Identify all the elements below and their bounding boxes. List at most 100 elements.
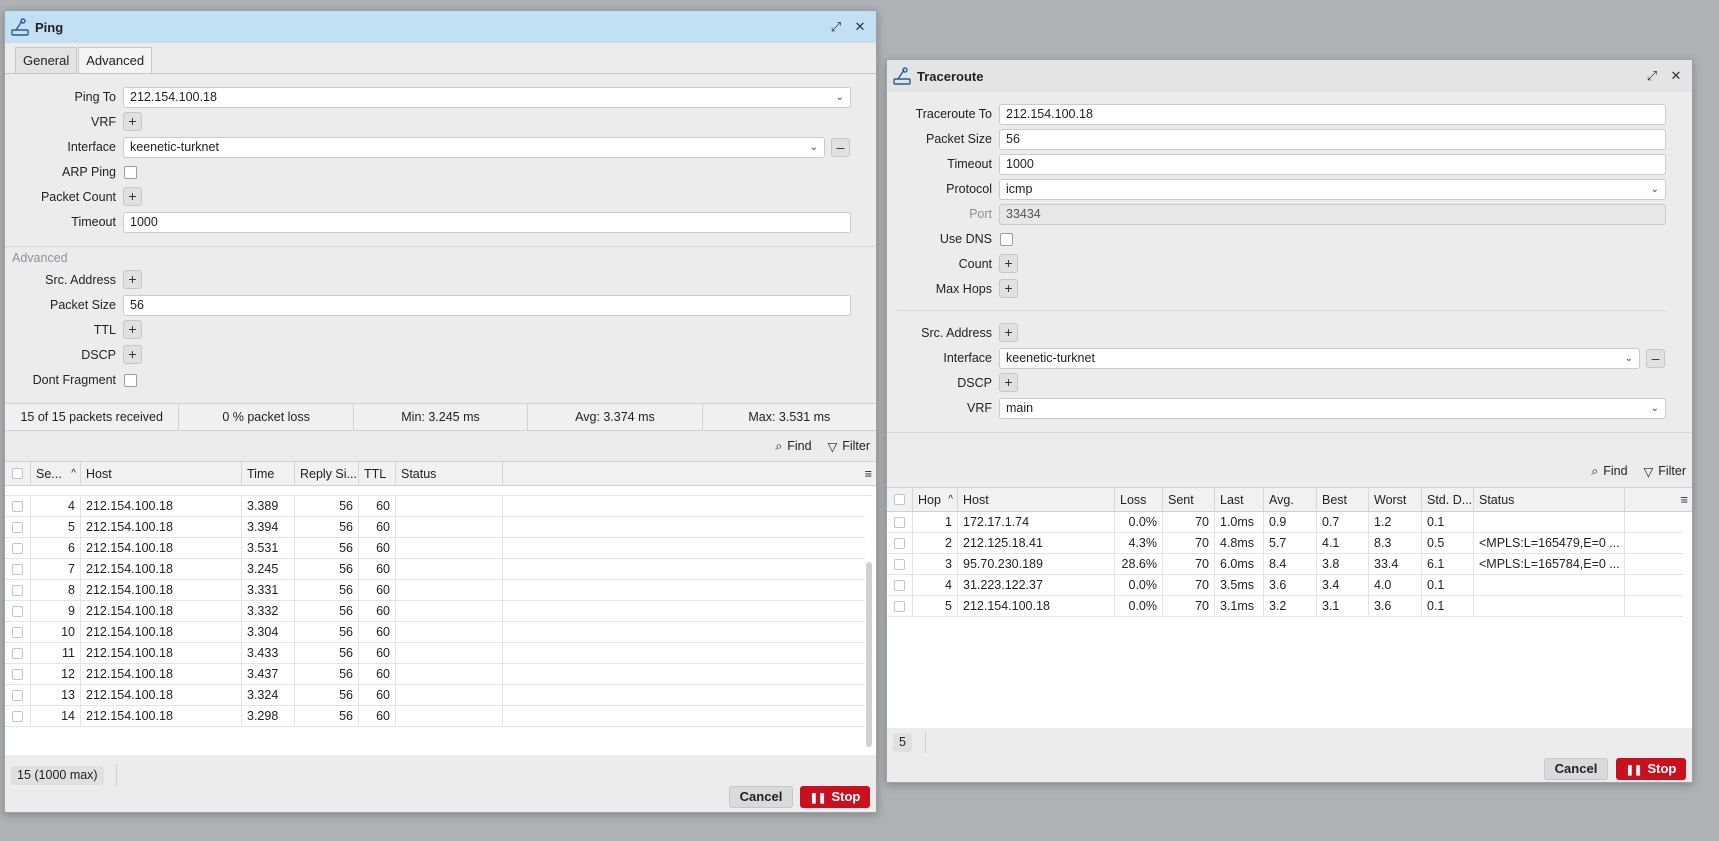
cell-seq: 8 [31,580,81,600]
interface-remove-button[interactable]: – [831,138,850,157]
expand-icon[interactable]: ⤢ [1644,68,1660,84]
packet-count-add-button[interactable]: + [123,187,142,206]
filter-button[interactable]: ▽ Filter [1644,464,1686,479]
col-status[interactable]: Status [396,462,503,485]
col-best[interactable]: Best [1317,488,1369,511]
table-row[interactable]: 5 212.154.100.18 0.0% 70 3.1ms 3.2 3.1 3.6 0.1 [887,596,1683,617]
table-row[interactable]: 10 212.154.100.18 3.304 56 60 [5,622,865,643]
row-checkbox[interactable] [894,516,905,528]
interface-select[interactable]: keenetic-turknet ⌄ [999,348,1640,369]
ping-to-select[interactable]: 212.154.100.18 ⌄ [123,87,851,108]
table-row[interactable]: 12 212.154.100.18 3.437 56 60 [5,664,865,685]
row-checkbox[interactable] [894,579,905,591]
dont-fragment-checkbox[interactable] [124,374,137,387]
find-button[interactable]: ⌕ Find [775,439,811,454]
row-checkbox[interactable] [12,500,23,512]
close-icon[interactable]: ✕ [1668,68,1684,84]
ping-results-grid: Se... ^ Host Time Reply Si... TTL Status … [5,461,876,755]
traceroute-titlebar[interactable]: Traceroute ⤢ ✕ [887,60,1692,92]
col-hop[interactable]: Hop ^ [913,488,958,511]
dscp-add-button[interactable]: + [123,345,142,364]
col-status[interactable]: Status [1474,488,1625,511]
tab-advanced[interactable]: Advanced [78,47,153,73]
cell-ttl: 60 [359,685,396,705]
vrf-label: VRF [967,401,992,415]
table-row[interactable]: 3 95.70.230.189 28.6% 70 6.0ms 8.4 3.8 33.4 6.1 <… [887,554,1683,575]
col-host[interactable]: Host [958,488,1115,511]
cell-size: 56 [295,706,359,726]
dscp-add-button[interactable]: + [999,373,1018,392]
col-last[interactable]: Last [1215,488,1264,511]
select-all-checkbox[interactable] [12,468,23,479]
col-seq[interactable]: Se... ^ [31,462,81,485]
ttl-add-button[interactable]: + [123,320,142,339]
row-checkbox[interactable] [894,537,905,549]
col-loss[interactable]: Loss [1115,488,1163,511]
cell-avg: 0.9 [1264,512,1317,532]
table-row[interactable]: 4 31.223.122.37 0.0% 70 3.5ms 3.6 3.4 4.0 0.1 [887,575,1683,596]
row-checkbox[interactable] [12,563,23,575]
packet-size-input[interactable]: 56 [123,295,851,316]
column-menu-icon[interactable]: ≡ [1625,488,1692,511]
traceroute-to-input[interactable]: 212.154.100.18 [999,104,1666,125]
packet-size-input[interactable]: 56 [999,129,1666,150]
arp-ping-checkbox[interactable] [124,166,137,179]
row-checkbox[interactable] [12,647,23,659]
src-address-add-button[interactable]: + [999,323,1018,342]
table-row[interactable]: 13 212.154.100.18 3.324 56 60 [5,685,865,706]
filter-button[interactable]: ▽ Filter [828,439,870,454]
ping-titlebar[interactable]: Ping ⤢ ✕ [5,11,876,43]
table-row[interactable]: 9 212.154.100.18 3.332 56 60 [5,601,865,622]
table-row[interactable]: 14 212.154.100.18 3.298 56 60 [5,706,865,727]
row-checkbox[interactable] [12,521,23,533]
vrf-select[interactable]: main ⌄ [999,398,1666,419]
cancel-button[interactable]: Cancel [729,786,793,808]
row-checkbox[interactable] [12,626,23,638]
close-icon[interactable]: ✕ [852,19,868,35]
table-row[interactable]: 5 212.154.100.18 3.394 56 60 [5,517,865,538]
stop-button[interactable]: ❚❚ Stop [800,786,870,808]
table-row[interactable]: 8 212.154.100.18 3.331 56 60 [5,580,865,601]
row-checkbox[interactable] [894,600,905,612]
col-ttl[interactable]: TTL [359,462,396,485]
row-checkbox[interactable] [12,584,23,596]
row-checkbox[interactable] [12,542,23,554]
interface-select[interactable]: keenetic-turknet ⌄ [123,137,825,158]
col-reply-size[interactable]: Reply Si... [295,462,359,485]
row-checkbox[interactable] [12,668,23,680]
cancel-button[interactable]: Cancel [1544,758,1608,780]
protocol-select[interactable]: icmp ⌄ [999,179,1666,200]
col-std[interactable]: Std. D... [1422,488,1474,511]
table-row[interactable]: 4 212.154.100.18 3.389 56 60 [5,496,865,517]
col-host[interactable]: Host [81,462,242,485]
expand-icon[interactable]: ⤢ [828,19,844,35]
row-checkbox[interactable] [12,710,23,722]
vrf-add-button[interactable]: + [123,112,142,131]
row-checkbox[interactable] [894,558,905,570]
src-address-add-button[interactable]: + [123,270,142,289]
table-row[interactable]: 1 172.17.1.74 0.0% 70 1.0ms 0.9 0.7 1.2 0.1 [887,512,1683,533]
table-row[interactable]: 2 212.125.18.41 4.3% 70 4.8ms 5.7 4.1 8.3 0.5 <MP… [887,533,1683,554]
count-add-button[interactable]: + [999,254,1018,273]
timeout-input[interactable]: 1000 [123,212,851,233]
column-menu-icon[interactable]: ≡ [503,462,876,485]
col-sent[interactable]: Sent [1163,488,1215,511]
interface-remove-button[interactable]: – [1646,349,1665,368]
row-checkbox[interactable] [12,689,23,701]
max-hops-add-button[interactable]: + [999,279,1018,298]
select-all-checkbox[interactable] [894,494,905,505]
tab-general[interactable]: General [15,47,78,73]
scrollbar[interactable] [866,562,872,747]
table-row[interactable]: 6 212.154.100.18 3.531 56 60 [5,538,865,559]
table-row[interactable]: 11 212.154.100.18 3.433 56 60 [5,643,865,664]
timeout-input[interactable]: 1000 [999,154,1666,175]
stop-button[interactable]: ❚❚ Stop [1616,758,1686,780]
col-avg[interactable]: Avg. [1264,488,1317,511]
row-checkbox[interactable] [12,605,23,617]
use-dns-checkbox[interactable] [1000,233,1013,246]
col-worst[interactable]: Worst [1369,488,1422,511]
col-time[interactable]: Time [242,462,295,485]
table-row[interactable]: 7 212.154.100.18 3.245 56 60 [5,559,865,580]
find-button[interactable]: ⌕ Find [1591,464,1627,479]
cell-host: 212.154.100.18 [81,538,242,558]
